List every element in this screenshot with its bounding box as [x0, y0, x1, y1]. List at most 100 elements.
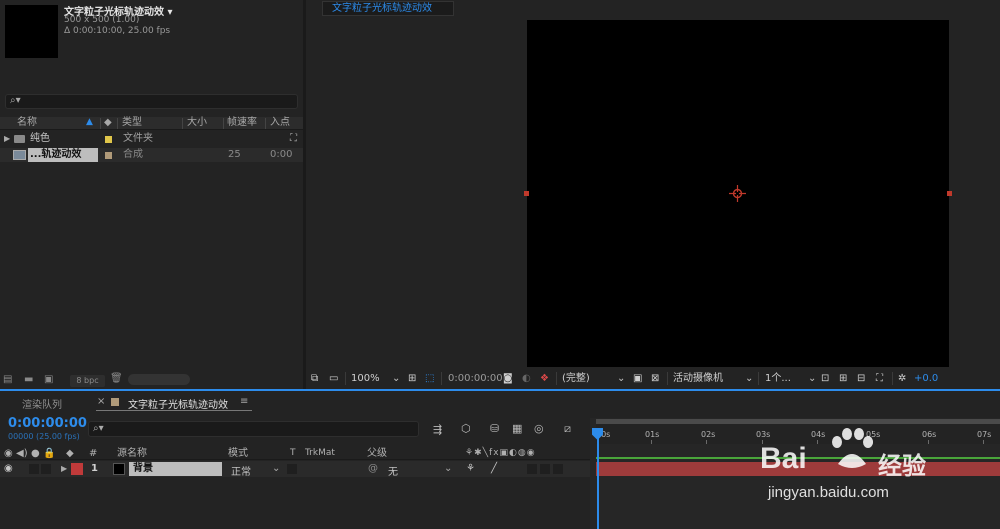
- always-preview-icon[interactable]: ⧉: [311, 371, 318, 386]
- watermark-brand-cn: 经验: [878, 452, 926, 480]
- lock-icon[interactable]: 🔒: [43, 447, 55, 460]
- new-comp-icon[interactable]: ▣: [44, 374, 53, 385]
- project-scrollbar[interactable]: [128, 374, 190, 385]
- viewer-comp-tab[interactable]: 文字粒子光标轨迹动效: [322, 1, 454, 16]
- viewer-timecode[interactable]: 0:00:00:00: [448, 371, 503, 386]
- parent-select[interactable]: 无: [388, 463, 398, 478]
- snapshot-icon[interactable]: ◙: [503, 371, 513, 386]
- ruler-label: 07s: [977, 430, 992, 439]
- safe-zones-icon[interactable]: ⊞: [408, 371, 416, 386]
- chevron-down-icon[interactable]: ⌄: [392, 371, 400, 386]
- label-swatch[interactable]: [105, 152, 112, 159]
- zoom-select[interactable]: 100%: [351, 371, 380, 386]
- shy-layers-icon[interactable]: ⛁: [490, 422, 499, 435]
- expand-triangle-icon[interactable]: ▶: [4, 132, 10, 146]
- current-time-display[interactable]: 0:00:00:00: [8, 416, 87, 431]
- label-swatch[interactable]: [105, 136, 112, 143]
- col-mode[interactable]: 模式: [228, 447, 248, 460]
- monitor-icon[interactable]: ▭: [329, 371, 338, 386]
- flowchart-icon[interactable]: ⛶: [876, 371, 883, 386]
- item-name-selected[interactable]: ...轨迹动效: [28, 148, 98, 162]
- switches-icons[interactable]: ⚘✱╲fx▣◐◍◉: [465, 447, 536, 460]
- timeline-search-input[interactable]: ⌕▾: [88, 421, 419, 437]
- shy-switch-icon[interactable]: ⚘: [466, 463, 475, 474]
- show-snapshot-icon[interactable]: ◐: [522, 371, 531, 386]
- right-handle[interactable]: [947, 191, 952, 196]
- sort-up-icon[interactable]: ▲: [86, 117, 93, 127]
- region-of-interest-icon[interactable]: ▣: [633, 371, 642, 386]
- toggle-pixel-aspect-icon[interactable]: ⊡: [821, 371, 829, 386]
- current-frame-display: 00000 (25.00 fps): [8, 432, 80, 441]
- tab-render-queue[interactable]: 渲染队列: [22, 396, 62, 411]
- eye-icon[interactable]: ◉: [4, 463, 13, 474]
- switch-box[interactable]: [540, 464, 550, 474]
- composition-mini-flowchart-icon[interactable]: ⇶: [433, 423, 442, 436]
- col-parent[interactable]: 父级: [367, 447, 387, 460]
- mask-visibility-icon[interactable]: ⬚: [425, 371, 434, 386]
- solid-layer-icon: [113, 463, 125, 475]
- tab-timeline-comp[interactable]: 文字粒子光标轨迹动效: [128, 396, 228, 411]
- motion-blur-icon[interactable]: ◎: [534, 422, 544, 435]
- exposure-value[interactable]: +0.0: [914, 371, 938, 386]
- views-select[interactable]: 1个...: [765, 371, 791, 386]
- project-item-folder[interactable]: ▶ 纯色 文件夹 ⛶: [0, 132, 303, 146]
- label-tag-icon[interactable]: ◆: [104, 117, 112, 128]
- chevron-down-icon[interactable]: ⌄: [745, 371, 753, 386]
- chevron-down-icon[interactable]: ⌄: [617, 371, 625, 386]
- playhead-line[interactable]: [597, 428, 599, 529]
- project-search-input[interactable]: ⌕▾: [5, 94, 298, 109]
- layer-label-swatch[interactable]: [71, 463, 83, 475]
- label-tag-icon[interactable]: ◆: [66, 447, 74, 460]
- pickwhip-icon[interactable]: @: [368, 463, 378, 474]
- camera-select[interactable]: 活动摄像机: [673, 371, 723, 386]
- chevron-down-icon[interactable]: ⌄: [272, 463, 280, 474]
- lock-toggle[interactable]: [41, 464, 51, 474]
- active-tab-underline: [96, 410, 252, 411]
- preserve-transparency-toggle[interactable]: [287, 464, 297, 474]
- draft-3d-icon[interactable]: ⬡: [461, 422, 471, 435]
- transparency-grid-icon[interactable]: ⊠: [651, 371, 659, 386]
- col-size[interactable]: 大小: [187, 117, 207, 129]
- fast-preview-icon[interactable]: ⊞: [839, 371, 847, 386]
- close-tab-icon[interactable]: ×: [97, 396, 105, 407]
- solo-icon[interactable]: ●: [31, 447, 40, 460]
- layer-mode-select[interactable]: 正常: [231, 463, 251, 478]
- comp-thumbnail: [5, 5, 58, 58]
- item-type: 文件夹: [123, 133, 153, 144]
- graph-editor-icon[interactable]: ⧄: [564, 422, 571, 436]
- switch-box[interactable]: [527, 464, 537, 474]
- col-source-name[interactable]: 源名称: [117, 447, 147, 460]
- interpret-footage-icon[interactable]: ▤: [3, 374, 12, 385]
- col-type[interactable]: 类型: [122, 117, 142, 129]
- frame-blending-icon[interactable]: ▦: [512, 422, 522, 435]
- anchor-point-icon[interactable]: [729, 185, 746, 202]
- layer-name[interactable]: 背景: [129, 462, 222, 476]
- col-name[interactable]: 名称: [17, 117, 37, 129]
- reset-exposure-icon[interactable]: ✲: [898, 371, 906, 386]
- quality-switch-icon[interactable]: ╱: [491, 463, 497, 474]
- panel-menu-icon[interactable]: ≡: [240, 396, 248, 407]
- left-handle[interactable]: [524, 191, 529, 196]
- layer-row[interactable]: ◉ ▶ 1 背景 正常 ⌄ @ 无 ⌄ ⚘ ╱: [0, 461, 590, 478]
- timeline-icon[interactable]: ⊟: [857, 371, 865, 386]
- audio-icon[interactable]: ◀): [16, 447, 28, 460]
- watermark-url: jingyan.baidu.com: [768, 484, 889, 501]
- solo-toggle[interactable]: [29, 464, 39, 474]
- dropdown-arrow-icon[interactable]: ▾: [167, 7, 172, 18]
- col-framerate[interactable]: 帧速率: [227, 117, 257, 129]
- new-folder-icon[interactable]: ▬: [24, 374, 33, 385]
- chevron-down-icon[interactable]: ⌄: [444, 463, 452, 474]
- search-icon: ⌕▾: [10, 95, 21, 106]
- trash-icon[interactable]: 🗑: [110, 373, 123, 384]
- eye-icon[interactable]: ◉: [4, 447, 13, 460]
- project-column-header: 名称 ▲ ◆ 类型 大小 帧速率 入点: [0, 117, 303, 130]
- chevron-down-icon[interactable]: ⌄: [808, 371, 816, 386]
- col-inpoint[interactable]: 入点: [270, 117, 290, 129]
- switch-box[interactable]: [553, 464, 563, 474]
- expand-triangle-icon[interactable]: ▶: [61, 464, 67, 473]
- bit-depth-button[interactable]: 8 bpc: [70, 375, 105, 387]
- resolution-select[interactable]: (完整): [562, 371, 590, 386]
- color-channels-icon[interactable]: ❖: [540, 371, 549, 386]
- project-item-comp[interactable]: ...轨迹动效 合成 25 0:00: [0, 148, 303, 162]
- flowchart-icon[interactable]: ⛶: [290, 132, 297, 146]
